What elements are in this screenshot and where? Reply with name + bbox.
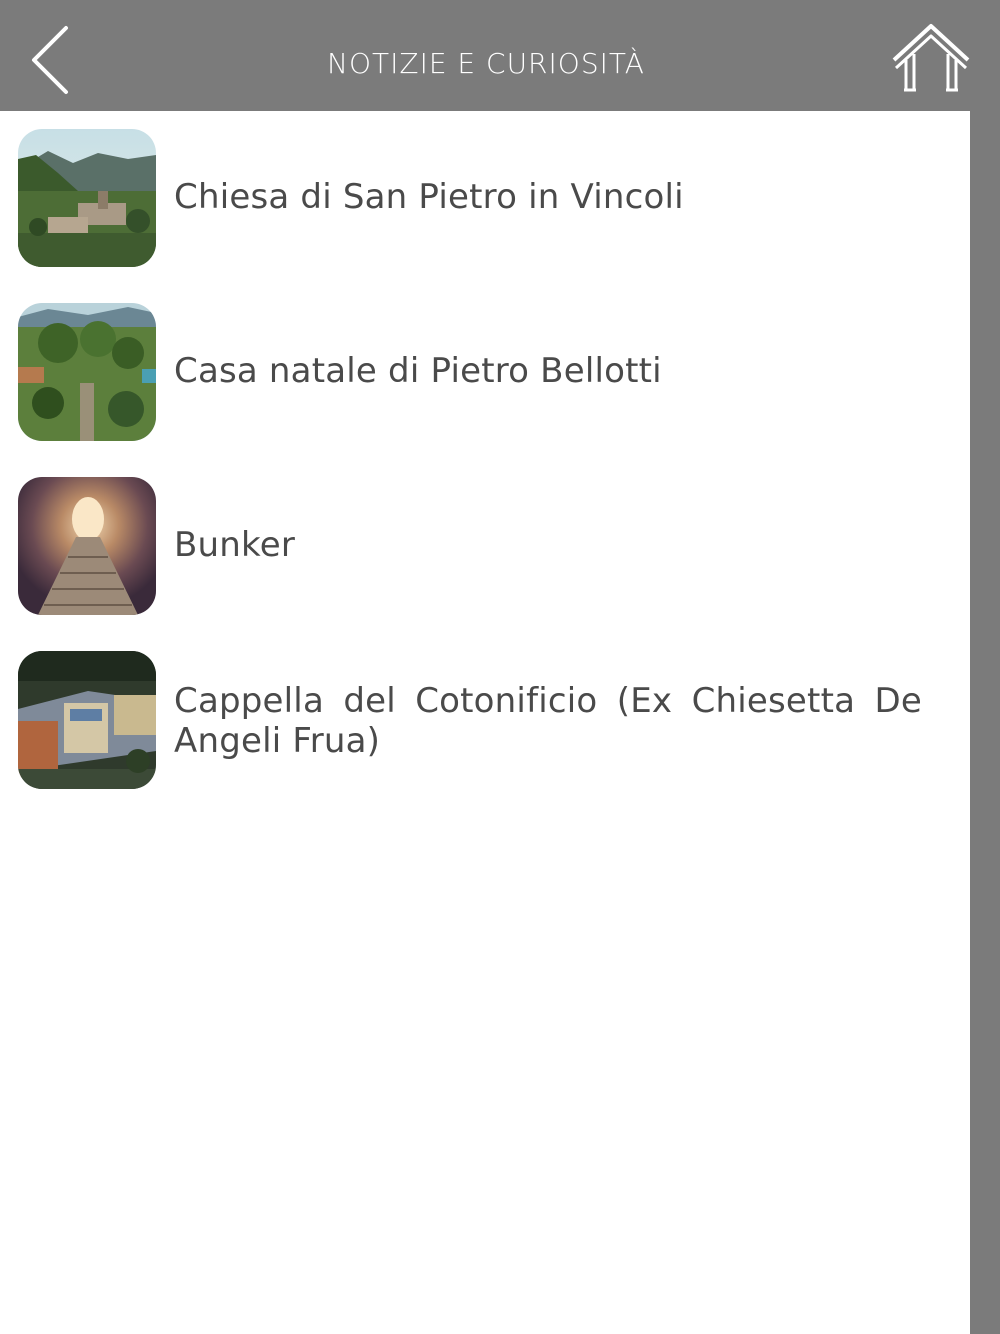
list-item[interactable]: Chiesa di San Pietro in Vincoli xyxy=(0,111,970,267)
list-item-label: Chiesa di San Pietro in Vincoli xyxy=(174,177,684,217)
list-item-label: Bunker xyxy=(174,525,295,565)
green-hills-estate-photo xyxy=(18,303,156,441)
factory-aerial-photo xyxy=(18,651,156,789)
home-icon xyxy=(892,24,970,92)
list-item-label: Casa natale di Pietro Bellotti xyxy=(174,351,662,391)
news-list: Chiesa di San Pietro in Vincoli Casa nat… xyxy=(0,111,970,1334)
tunnel-stairs-photo xyxy=(18,477,156,615)
page-title: NOTIZIE E CURIOSITÀ xyxy=(327,47,645,80)
top-bar: NOTIZIE E CURIOSITÀ xyxy=(0,0,1000,111)
list-item[interactable]: Cappella del Cotonificio (Ex Chiesetta D… xyxy=(0,633,970,789)
list-item[interactable]: Casa natale di Pietro Bellotti xyxy=(0,285,970,441)
home-button[interactable] xyxy=(890,22,972,94)
list-item-label: Cappella del Cotonificio (Ex Chiesetta D… xyxy=(174,681,922,761)
list-item[interactable]: Bunker xyxy=(0,459,970,615)
mountain-valley-village-photo xyxy=(18,129,156,267)
